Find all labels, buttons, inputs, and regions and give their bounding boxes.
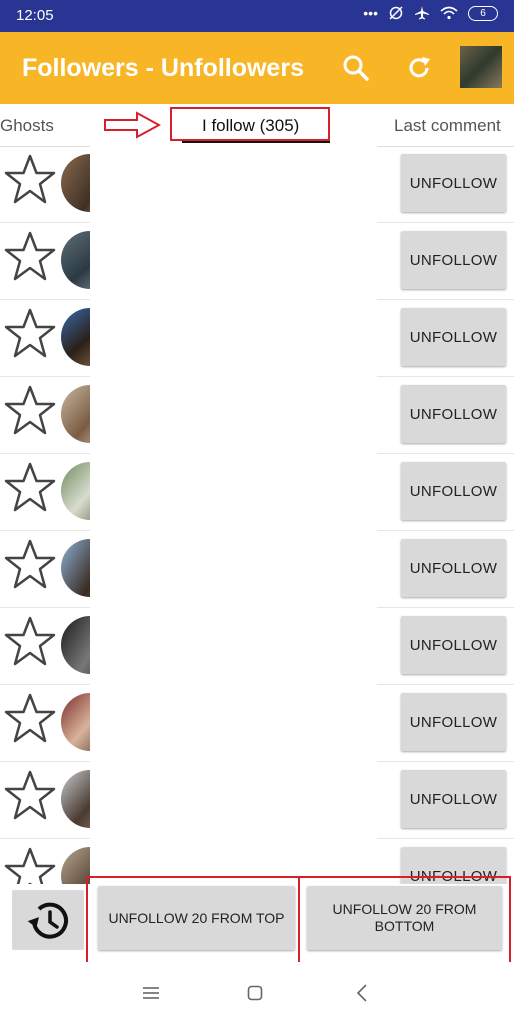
status-icons: ••• 6 — [363, 5, 498, 21]
star-icon[interactable] — [2, 153, 58, 209]
refresh-icon[interactable] — [403, 52, 435, 84]
annotation-bottom-button-highlight — [298, 876, 511, 964]
annotation-top-button-highlight — [86, 876, 300, 964]
battery-icon: 6 — [468, 5, 498, 21]
star-icon[interactable] — [2, 384, 58, 440]
unfollow-button[interactable]: UNFOLLOW — [401, 385, 506, 443]
profile-avatar[interactable] — [460, 46, 502, 88]
home-icon[interactable] — [247, 985, 263, 1001]
unfollow-button[interactable]: UNFOLLOW — [401, 462, 506, 520]
unfollow-button[interactable]: UNFOLLOW — [401, 308, 506, 366]
unfollow-button[interactable]: UNFOLLOW — [401, 616, 506, 674]
app-title: Followers - Unfollowers — [22, 54, 304, 82]
system-nav-bar — [0, 962, 514, 1024]
history-button[interactable] — [12, 890, 84, 950]
search-icon[interactable] — [340, 52, 372, 84]
airplane-icon — [415, 6, 429, 20]
star-icon[interactable] — [2, 230, 58, 286]
annotation-tab-highlight — [170, 107, 330, 141]
alarm-off-icon — [389, 6, 403, 20]
unfollow-button[interactable]: UNFOLLOW — [401, 539, 506, 597]
history-icon — [27, 902, 68, 939]
tab-ghosts[interactable]: Ghosts — [0, 116, 54, 136]
unfollow-button[interactable]: UNFOLLOW — [401, 231, 506, 289]
tab-last-comment[interactable]: Last comment — [394, 116, 501, 136]
unfollow-button[interactable]: UNFOLLOW — [401, 154, 506, 212]
wifi-icon — [440, 6, 458, 20]
star-icon[interactable] — [2, 538, 58, 594]
annotation-arrow-icon — [104, 111, 161, 139]
star-icon[interactable] — [2, 461, 58, 517]
unfollow-button[interactable]: UNFOLLOW — [401, 770, 506, 828]
star-icon[interactable] — [2, 692, 58, 748]
status-bar: 12:05 ••• 6 — [0, 0, 514, 32]
more-dots-icon: ••• — [363, 5, 378, 21]
status-time: 12:05 — [16, 7, 54, 24]
star-icon[interactable] — [2, 307, 58, 363]
redacted-usernames-area — [90, 146, 377, 884]
unfollow-button[interactable]: UNFOLLOW — [401, 693, 506, 751]
star-icon[interactable] — [2, 846, 58, 884]
back-icon[interactable] — [356, 984, 368, 1002]
app-bar: Followers - Unfollowers — [0, 32, 514, 104]
menu-icon[interactable] — [142, 986, 160, 1000]
star-icon[interactable] — [2, 615, 58, 671]
star-icon[interactable] — [2, 769, 58, 825]
